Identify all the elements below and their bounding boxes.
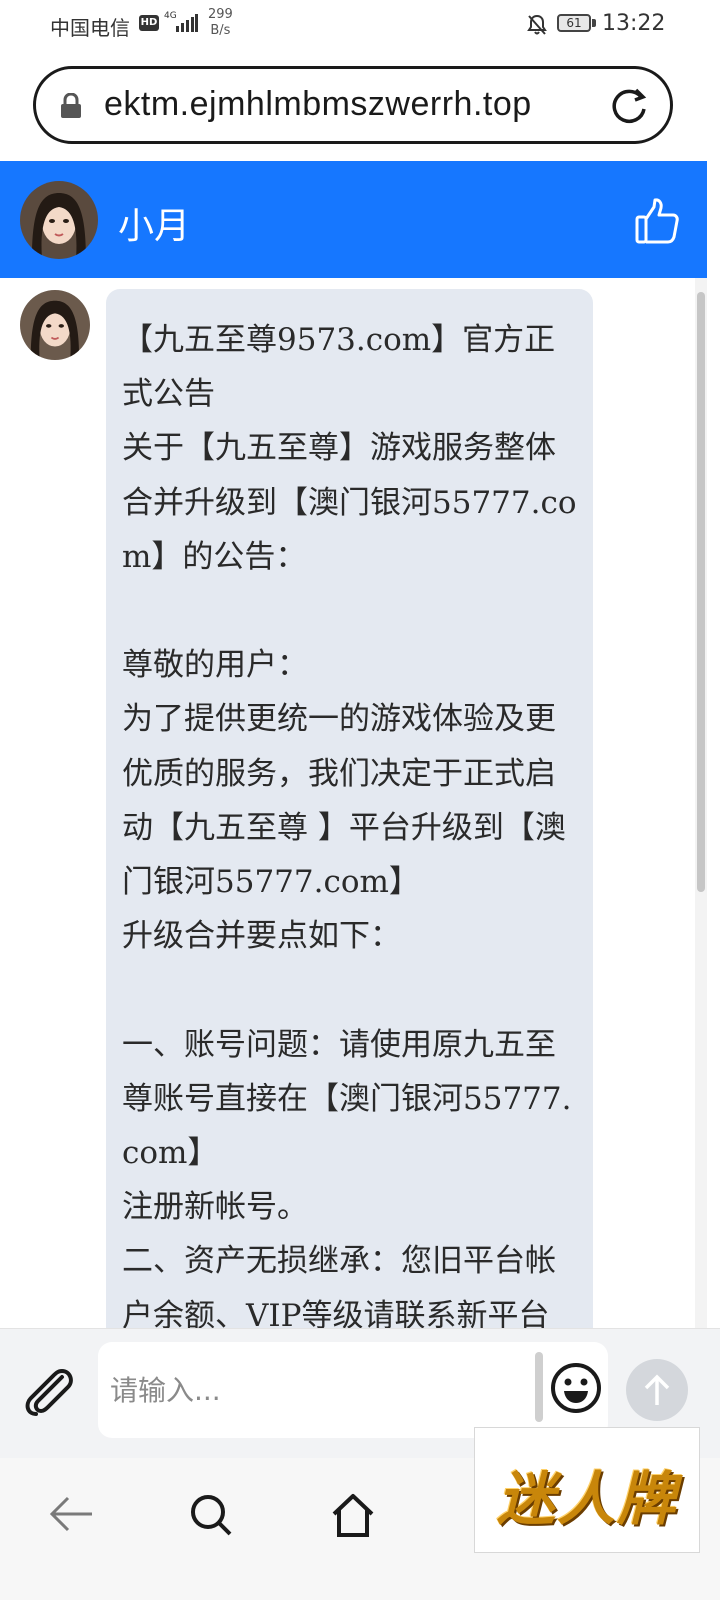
watermark-text: 迷人牌 <box>497 1465 678 1533</box>
speed-value: 299 <box>208 7 233 22</box>
message-input[interactable] <box>98 1342 608 1438</box>
thumbs-up-icon[interactable] <box>634 197 680 245</box>
emoji-icon[interactable] <box>550 1362 602 1414</box>
message-list[interactable]: 【九五至尊9573.com】官方正式公告 关于【九五至尊】游戏服务整体合并升级到… <box>0 278 707 1328</box>
back-arrow-icon[interactable] <box>48 1494 94 1534</box>
search-icon[interactable] <box>188 1492 234 1538</box>
network-speed: 299 B/s <box>208 7 233 39</box>
url-text[interactable]: ektm.ejmhlmbmszwerrh.top <box>104 85 532 124</box>
status-bar: 中国电信 HD 4G 299 B/s 61 13:22 <box>0 0 720 56</box>
send-button[interactable] <box>626 1359 688 1421</box>
speed-unit: B/s <box>210 23 231 38</box>
paperclip-icon[interactable] <box>22 1367 76 1417</box>
scrollbar[interactable] <box>695 278 707 1328</box>
hd-badge: HD <box>139 15 159 31</box>
watermark-logo: 迷人牌 <box>474 1427 700 1553</box>
bell-mute-icon <box>527 14 547 35</box>
message-text: 【九五至尊9573.com】官方正式公告 关于【九五至尊】游戏服务整体合并升级到… <box>122 322 577 1328</box>
carrier-name: 中国电信 <box>50 16 130 40</box>
battery-indicator: 61 <box>557 14 591 32</box>
url-bar[interactable]: ektm.ejmhlmbmszwerrh.top <box>33 66 673 144</box>
signal-icon <box>176 14 198 32</box>
contact-name: 小月 <box>118 206 191 247</box>
network-type: 4G <box>164 11 177 21</box>
chat-header: 小月 <box>0 161 707 278</box>
contact-avatar[interactable] <box>20 181 98 259</box>
scrollbar-thumb[interactable] <box>697 292 705 892</box>
input-scrollbar <box>535 1352 543 1422</box>
lock-icon <box>61 93 81 118</box>
arrow-up-icon <box>644 1374 670 1405</box>
message-avatar[interactable] <box>20 290 90 360</box>
battery-tip <box>592 19 596 27</box>
message-bubble[interactable]: 【九五至尊9573.com】官方正式公告 关于【九五至尊】游戏服务整体合并升级到… <box>106 289 593 1328</box>
clock: 13:22 <box>602 11 666 36</box>
refresh-icon[interactable] <box>608 85 650 127</box>
home-icon[interactable] <box>330 1492 376 1538</box>
